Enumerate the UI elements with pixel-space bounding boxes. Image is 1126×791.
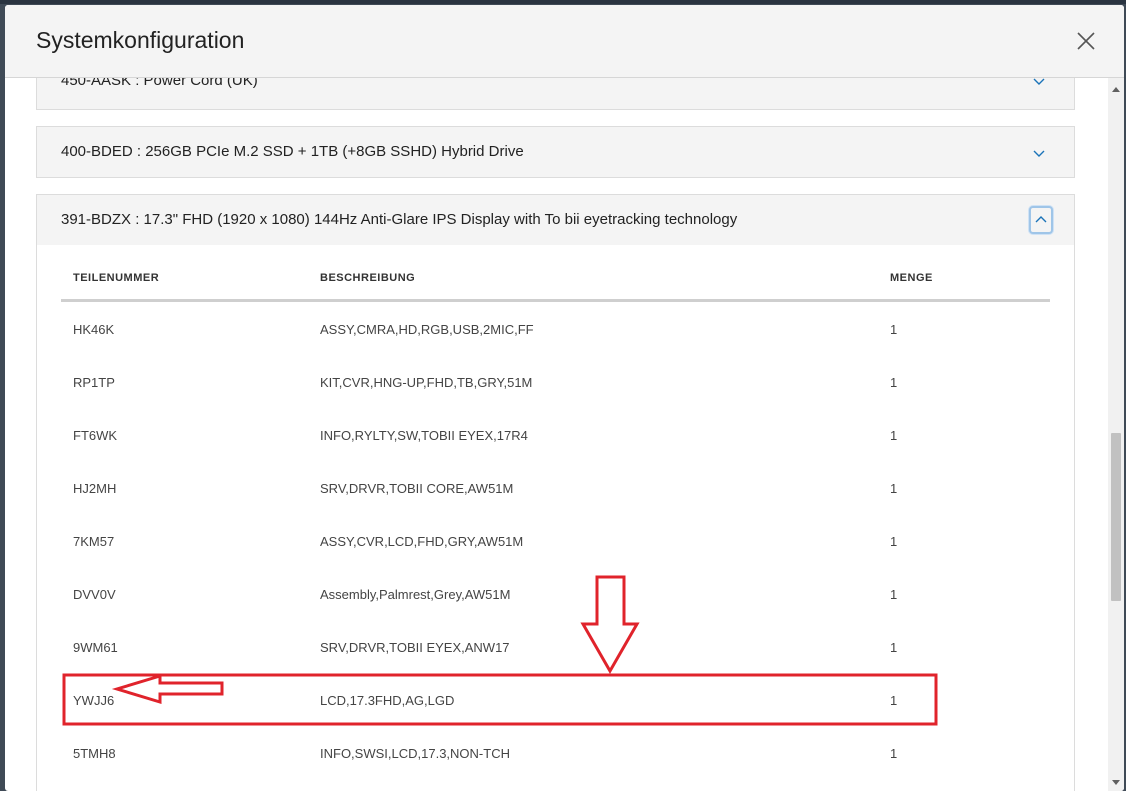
description-cell: INFO,RYLTY,SW,TOBII EYEX,17R4 bbox=[320, 428, 528, 443]
accordion-item-title: 391-BDZX : 17.3" FHD (1920 x 1080) 144Hz… bbox=[61, 211, 738, 228]
chevron-up-icon bbox=[1035, 216, 1047, 223]
collapse-button[interactable] bbox=[1029, 206, 1053, 234]
quantity-cell: 1 bbox=[890, 428, 898, 443]
chevron-down-icon[interactable] bbox=[1033, 78, 1045, 87]
part-number-cell: 7KM57 bbox=[73, 534, 115, 549]
quantity-cell: 1 bbox=[890, 375, 898, 390]
table-row: HK46K ASSY,CMRA,HD,RGB,USB,2MIC,FF 1 bbox=[61, 322, 1050, 375]
description-cell: INFO,SWSI,LCD,17.3,NON-TCH bbox=[320, 746, 510, 761]
modal-body: 450-AASK : Power Cord (UK) 400-BDED : 25… bbox=[5, 78, 1108, 791]
description-cell: LCD,17.3FHD,AG,LGD bbox=[320, 693, 455, 708]
part-number-cell: 5TMH8 bbox=[73, 746, 116, 761]
accordion-item-display[interactable]: 391-BDZX : 17.3" FHD (1920 x 1080) 144Hz… bbox=[36, 194, 1075, 246]
accordion-item-title: 450-AASK : Power Cord (UK) bbox=[61, 78, 258, 89]
table-row: FT6WK INFO,RYLTY,SW,TOBII EYEX,17R4 1 bbox=[61, 428, 1050, 481]
part-number-cell: HK46K bbox=[73, 322, 115, 337]
part-number-cell: YWJJ6 bbox=[73, 693, 115, 708]
description-cell: SRV,DRVR,TOBII EYEX,ANW17 bbox=[320, 640, 510, 655]
description-cell: SRV,DRVR,TOBII CORE,AW51M bbox=[320, 481, 514, 496]
scroll-down-icon[interactable] bbox=[1112, 780, 1120, 785]
accordion-item-title: 400-BDED : 256GB PCIe M.2 SSD + 1TB (+8G… bbox=[61, 143, 524, 160]
scrollbar-thumb[interactable] bbox=[1111, 433, 1121, 601]
quantity-cell: 1 bbox=[890, 746, 898, 761]
description-cell: KIT,CVR,HNG-UP,FHD,TB,GRY,51M bbox=[320, 375, 533, 390]
table-header-divider bbox=[61, 299, 1050, 302]
system-configuration-modal: Systemkonfiguration 450-AASK : Power Cor… bbox=[5, 5, 1124, 791]
table-row: RP1TP KIT,CVR,HNG-UP,FHD,TB,GRY,51M 1 bbox=[61, 375, 1050, 428]
quantity-cell: 1 bbox=[890, 693, 898, 708]
part-number-cell: FT6WK bbox=[73, 428, 118, 443]
scroll-up-icon[interactable] bbox=[1112, 87, 1120, 92]
table-row: HJ2MH SRV,DRVR,TOBII CORE,AW51M 1 bbox=[61, 481, 1050, 534]
description-cell: ASSY,CMRA,HD,RGB,USB,2MIC,FF bbox=[320, 322, 534, 337]
modal-header: Systemkonfiguration bbox=[5, 5, 1124, 78]
page-backdrop bbox=[0, 0, 1126, 4]
part-number-cell: DVV0V bbox=[73, 587, 116, 602]
close-button[interactable] bbox=[1074, 29, 1098, 53]
quantity-cell: 1 bbox=[890, 587, 898, 602]
column-header-part-number: TEILENUMMER bbox=[73, 272, 160, 284]
vertical-scrollbar[interactable] bbox=[1108, 78, 1124, 791]
table-row: 7KM57 ASSY,CVR,LCD,FHD,GRY,AW51M 1 bbox=[61, 534, 1050, 587]
accordion-item-storage[interactable]: 400-BDED : 256GB PCIe M.2 SSD + 1TB (+8G… bbox=[36, 126, 1075, 178]
table-row: 5TMH8 INFO,SWSI,LCD,17.3,NON-TCH 1 bbox=[61, 746, 1050, 791]
column-header-quantity: MENGE bbox=[890, 272, 933, 284]
modal-title: Systemkonfiguration bbox=[36, 27, 245, 53]
table-row: DVV0V Assembly,Palmrest,Grey,AW51M 1 bbox=[61, 587, 1050, 640]
part-number-cell: RP1TP bbox=[73, 375, 115, 390]
quantity-cell: 1 bbox=[890, 640, 898, 655]
description-cell: ASSY,CVR,LCD,FHD,GRY,AW51M bbox=[320, 534, 524, 549]
quantity-cell: 1 bbox=[890, 481, 898, 496]
quantity-cell: 1 bbox=[890, 534, 898, 549]
close-icon bbox=[1077, 32, 1095, 50]
part-number-cell: 9WM61 bbox=[73, 640, 118, 655]
column-header-description: BESCHREIBUNG bbox=[320, 272, 416, 284]
quantity-cell: 1 bbox=[890, 322, 898, 337]
accordion-item-power-cord[interactable]: 450-AASK : Power Cord (UK) bbox=[36, 78, 1075, 110]
table-row-highlighted: YWJJ6 LCD,17.3FHD,AG,LGD 1 bbox=[61, 693, 1050, 746]
chevron-down-icon[interactable] bbox=[1033, 147, 1045, 159]
description-cell: Assembly,Palmrest,Grey,AW51M bbox=[320, 587, 511, 602]
table-row: 9WM61 SRV,DRVR,TOBII EYEX,ANW17 1 bbox=[61, 640, 1050, 693]
part-number-cell: HJ2MH bbox=[73, 481, 117, 496]
